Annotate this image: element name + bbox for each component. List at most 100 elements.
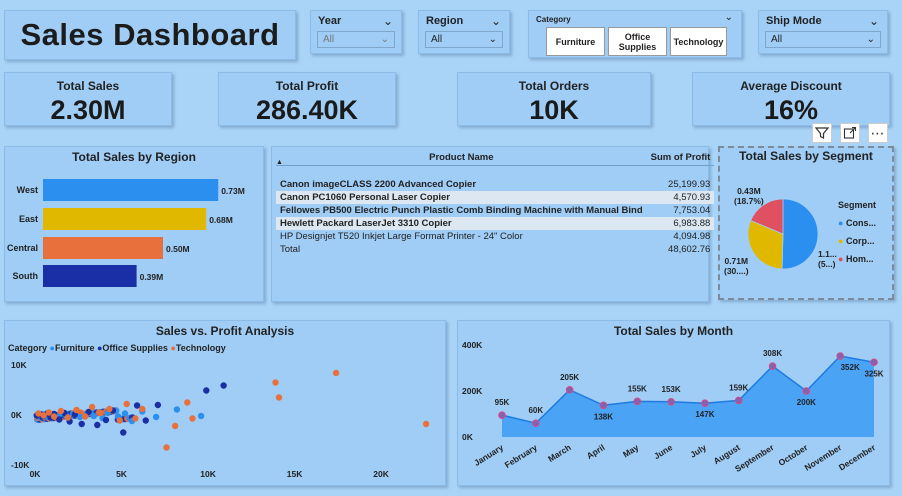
scatter-point[interactable] [139,405,146,413]
more-options-icon[interactable]: ⋯ [868,123,888,143]
month-point[interactable] [836,352,844,360]
scatter-point[interactable] [132,415,139,422]
filter-icon[interactable] [812,123,832,143]
year-slicer[interactable]: Year ⌄ All ⌄ [310,10,402,54]
scatter-point[interactable] [81,413,89,420]
legend-item[interactable]: ● Corp... [838,232,876,250]
scatter-point[interactable] [120,429,127,436]
category-slicer[interactable]: Category ⌄ Furniture Office Supplies Tec… [528,10,742,58]
chevron-down-icon[interactable]: ⌄ [725,12,733,23]
month-data-label: 95K [495,398,510,407]
y-tick-label: 0K [11,410,23,420]
scatter-point[interactable] [45,409,53,416]
sales-by-month-chart[interactable]: Total Sales by Month 400K 200K 0K 95K Januar… [457,320,890,486]
category-technology-button[interactable]: Technology [670,27,727,56]
scatter-point[interactable] [332,369,340,377]
scatter-point[interactable] [189,415,196,422]
total-label: Total [280,244,301,255]
legend-item[interactable]: ● Cons... [838,214,876,232]
scatter-point[interactable] [220,382,227,389]
table-row[interactable]: Fellowes PB500 Electric Punch Plastic Co… [276,204,714,217]
scatter-point[interactable] [97,409,104,417]
month-point[interactable] [565,386,574,394]
table-row[interactable]: Canon imageCLASS 2200 Advanced Copier 25… [276,178,714,191]
category-furniture-button[interactable]: Furniture [546,27,605,56]
kpi-label: Total Sales [56,79,120,93]
region-dropdown[interactable]: All ⌄ [425,31,503,48]
region-slicer[interactable]: Region ⌄ All ⌄ [418,10,510,54]
region-bar-chart[interactable]: Total Sales by Region West 0.73M East 0.68M… [4,146,264,302]
month-point[interactable] [667,398,675,406]
scatter-point[interactable] [142,417,149,424]
scatter-point[interactable] [197,412,205,420]
pie-label-percent: (30....) [724,266,749,276]
year-dropdown[interactable]: All ⌄ [317,31,395,48]
scatter-point[interactable] [94,421,101,429]
column-header-profit[interactable]: Sum of Profit [647,151,715,165]
scatter-point[interactable] [154,401,162,409]
category-office-supplies-button[interactable]: Office Supplies [608,27,667,56]
month-point[interactable] [734,396,743,405]
segment-pie-chart[interactable]: Total Sales by Segment Segment ● Cons...… [718,146,894,300]
chevron-down-icon[interactable]: ⌄ [491,14,501,28]
pie-slice[interactable] [781,198,819,270]
ship-mode-dropdown[interactable]: All ⌄ [765,31,881,48]
scatter-point[interactable] [422,420,430,428]
month-point[interactable] [633,397,642,406]
scatter-point[interactable] [102,416,110,424]
legend-item[interactable]: ● Hom... [838,250,876,268]
column-header-product[interactable]: Product Name [276,151,647,165]
scatter-svg: 10K0K-10K0K 5K 10K 15K 20K [11,360,430,479]
month-point[interactable] [701,399,709,407]
month-point[interactable] [870,358,878,367]
table-total-row: Total 48,602.76 [276,243,714,256]
sales-profit-scatter-chart[interactable]: Sales vs. Profit Analysis Category ●Furn… [4,320,446,486]
scatter-point[interactable] [78,420,85,428]
ship-mode-slicer[interactable]: Ship Mode ⌄ All ⌄ [758,10,888,54]
table-row[interactable]: Canon PC1060 Personal Laser Copier 4,570… [276,191,715,204]
scatter-point[interactable] [133,402,141,409]
scatter-point[interactable] [50,413,58,420]
product-profit-table[interactable]: ▲ Product Name Sum of Profit Canon image… [271,146,715,302]
scatter-point[interactable] [173,406,181,413]
month-point[interactable] [498,411,506,419]
month-point[interactable] [802,387,811,395]
profit-cell: 25,199.93 [668,179,711,190]
chevron-down-icon[interactable]: ⌄ [383,14,393,28]
sales-area [502,356,874,437]
ship-mode-slicer-label: Ship Mode [766,15,822,27]
scatter-point[interactable] [116,417,123,424]
focus-mode-icon[interactable] [840,123,860,143]
month-point[interactable] [599,401,608,410]
kpi-total-profit: Total Profit 286.40K [218,72,396,126]
month-point[interactable] [768,362,777,370]
scatter-point[interactable] [203,387,210,394]
category-slicer-label: Category [536,15,571,24]
kpi-average-discount: Average Discount 16% [692,72,890,126]
chevron-down-icon[interactable]: ⌄ [869,14,879,28]
table-row[interactable]: HP Designjet T520 Inkjet Large Format Pr… [276,230,714,243]
scatter-point[interactable] [184,399,191,406]
scatter-point[interactable] [171,422,179,430]
scatter-point[interactable] [64,414,72,421]
scatter-point[interactable] [57,407,65,415]
kpi-total-orders: Total Orders 10K [457,72,651,126]
scatter-point[interactable] [163,444,170,451]
region-bar[interactable] [43,179,219,201]
scatter-point[interactable] [106,405,113,413]
scatter-point[interactable] [88,403,96,411]
product-table: Product Name Sum of Profit Canon imageCL… [276,151,715,256]
scatter-point[interactable] [73,406,80,414]
month-area-svg: 400K 200K 0K 95K January 60K February 205K March… [462,340,884,474]
scatter-point[interactable] [123,400,130,408]
scatter-point[interactable] [275,394,283,401]
month-point[interactable] [532,419,540,427]
scatter-point[interactable] [152,413,160,421]
region-bar[interactable] [43,265,137,287]
scatter-point[interactable] [90,412,98,420]
region-bar[interactable] [43,237,163,259]
scatter-point[interactable] [121,410,129,417]
region-bar[interactable] [43,208,207,230]
table-row[interactable]: Hewlett Packard LaserJet 3310 Copier 6,9… [276,217,715,230]
scatter-point[interactable] [272,379,279,386]
